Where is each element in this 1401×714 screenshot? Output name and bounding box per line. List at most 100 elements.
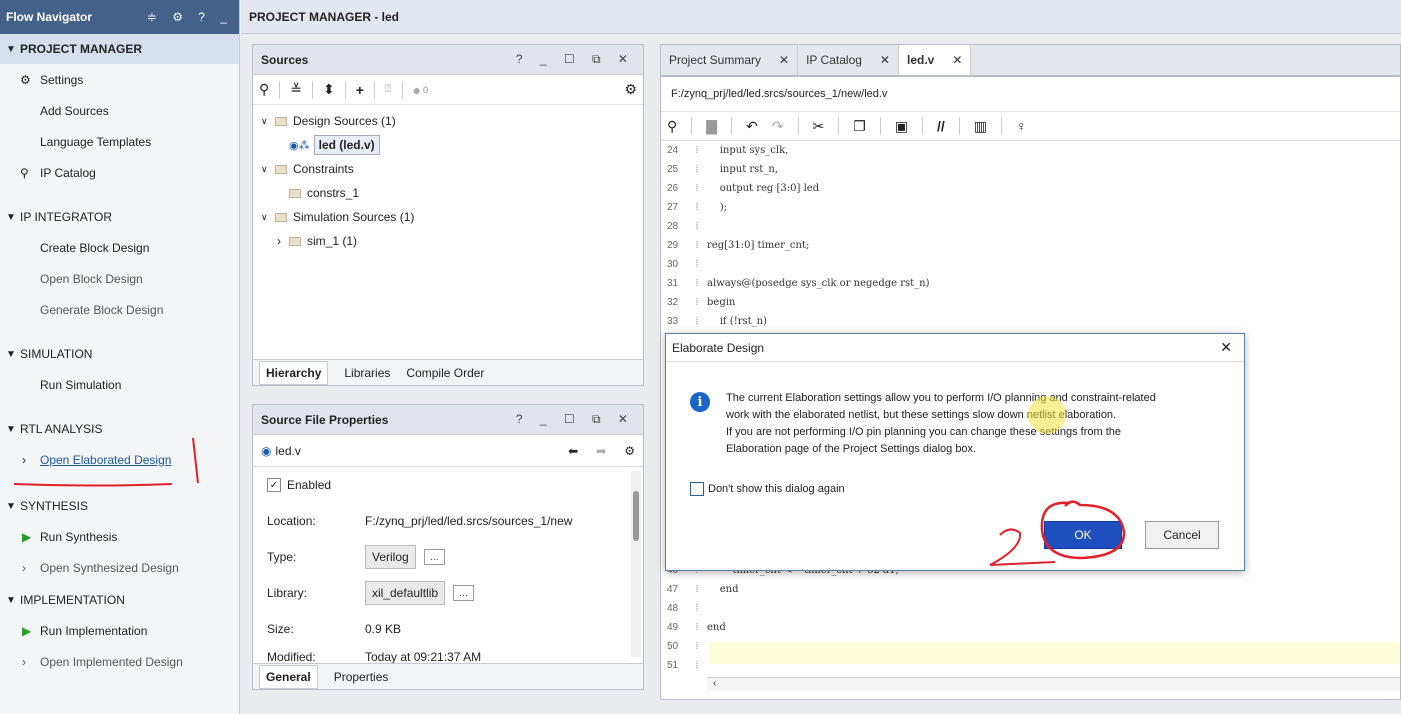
tab-project-summary[interactable]: Project Summary ✕ <box>661 45 799 75</box>
code-line[interactable]: 51 ⁞ <box>661 656 707 674</box>
gear-icon[interactable]: ⚙ <box>624 444 635 458</box>
code-line[interactable]: 47 ⁞ end <box>661 580 738 598</box>
section-rtl-analysis[interactable]: ▼ RTL ANALYSIS <box>0 414 239 444</box>
code-line[interactable]: 32 ⁞ begin <box>661 293 735 311</box>
code-line[interactable]: 24 ⁞ input sys_clk, <box>661 141 788 159</box>
search-icon[interactable]: ⚲ <box>667 118 677 135</box>
close-icon[interactable]: ✕ <box>779 53 789 67</box>
section-synthesis[interactable]: ▼ SYNTHESIS <box>0 491 239 521</box>
nav-open-block-design[interactable]: Open Block Design <box>0 263 239 294</box>
dont-show-checkbox[interactable] <box>690 482 704 496</box>
nav-open-implemented-design[interactable]: › Open Implemented Design <box>0 646 239 677</box>
ok-button[interactable]: OK <box>1044 521 1122 549</box>
copy-icon[interactable]: ❐ <box>853 118 866 135</box>
search-icon[interactable]: ⚲ <box>259 81 269 98</box>
tab-hierarchy[interactable]: Hierarchy <box>259 360 329 385</box>
status-dot-icon: ● <box>412 81 421 98</box>
cancel-button[interactable]: Cancel <box>1145 521 1219 549</box>
collapse-icon: ▼ <box>6 423 16 435</box>
code-line[interactable]: 31 ⁞ always@(posedge sys_clk or negedge rs… <box>661 274 930 292</box>
tree-led[interactable]: ◉⁂ led (led.v) <box>261 133 635 157</box>
tree-constraints[interactable]: ∨ Constraints <box>261 157 635 181</box>
tree-simulation-sources[interactable]: ∨ Simulation Sources (1) <box>261 205 635 229</box>
code-line[interactable]: 28 ⁞ <box>661 217 707 235</box>
info-icon: i <box>690 392 710 412</box>
nav-language-templates[interactable]: Language Templates <box>0 126 239 157</box>
code-line[interactable]: 50 ⁞ <box>661 637 707 655</box>
code-line[interactable]: 27 ⁞ ); <box>661 198 727 216</box>
dont-show-row[interactable]: Don't show this dialog again <box>690 482 845 496</box>
type-edit-button[interactable]: … <box>423 549 445 565</box>
panel-controls[interactable]: ? _ ☐ ⧉ ✕ <box>516 412 635 427</box>
scrollbar-thumb[interactable] <box>633 491 639 541</box>
gutter-marker: ⁞ <box>695 277 699 289</box>
nav-run-implementation[interactable]: ▶ Run Implementation <box>0 615 239 646</box>
redo-icon[interactable]: ↷ <box>772 118 784 135</box>
horizontal-scrollbar[interactable]: ‹ <box>707 677 1400 691</box>
tree-label: constrs_1 <box>307 186 360 200</box>
nav-run-simulation[interactable]: Run Simulation <box>0 369 239 400</box>
divider <box>691 117 693 135</box>
tab-led-v[interactable]: led.v ✕ <box>898 45 972 75</box>
close-icon[interactable]: ✕ <box>1220 339 1232 356</box>
code-line[interactable]: 49 ⁞ end <box>661 618 726 636</box>
file-name: led.v <box>275 443 301 458</box>
tab-ip-catalog[interactable]: IP Catalog ✕ <box>798 45 899 75</box>
code-line[interactable]: 25 ⁞ input rst_n, <box>661 160 778 178</box>
nav-create-block-design[interactable]: Create Block Design <box>0 232 239 263</box>
nav-run-synthesis[interactable]: ▶ Run Synthesis <box>0 521 239 552</box>
back-arrow-icon[interactable]: ⬅ <box>568 444 578 458</box>
columns-icon[interactable]: ▥ <box>974 118 987 135</box>
code-line[interactable]: 26 ⁞ output reg [3:0] led <box>661 179 819 197</box>
close-icon[interactable]: ✕ <box>952 53 962 67</box>
paste-icon[interactable]: ▣ <box>895 118 908 135</box>
nav-open-elaborated-design[interactable]: › Open Elaborated Design <box>0 444 239 475</box>
code-line[interactable]: 30 ⁞ <box>661 255 707 273</box>
tab-general[interactable]: General <box>259 664 318 689</box>
code-line[interactable]: 48 ⁞ <box>661 599 707 617</box>
gutter-marker: ⁞ <box>695 640 699 652</box>
cut-icon[interactable]: ✂ <box>813 118 825 135</box>
gear-icon[interactable]: ⚙ <box>624 81 637 98</box>
lightbulb-icon[interactable]: ♀ <box>1016 118 1027 134</box>
nav-add-sources[interactable]: Add Sources <box>0 95 239 126</box>
tab-libraries[interactable]: Libraries <box>344 366 390 380</box>
tab-compile-order[interactable]: Compile Order <box>406 366 484 380</box>
forward-arrow-icon[interactable]: ➡ <box>596 444 606 458</box>
nav-settings[interactable]: ⚙ Settings <box>0 64 239 95</box>
code-line[interactable]: 29 ⁞ reg[31:0] timer_cnt; <box>661 236 809 254</box>
section-simulation[interactable]: ▼ SIMULATION <box>0 339 239 369</box>
nav-ip-catalog[interactable]: ⚲ IP Catalog <box>0 157 239 188</box>
panel-controls[interactable]: ? _ ☐ ⧉ ✕ <box>516 52 635 67</box>
comment-icon[interactable]: // <box>937 118 945 134</box>
line-number: 29 <box>667 239 679 251</box>
folder-icon <box>289 236 301 246</box>
message-line: If you are not performing I/O pin planni… <box>726 426 1122 438</box>
expand-all-icon[interactable]: ⬍ <box>323 81 335 98</box>
undo-icon[interactable]: ↶ <box>746 118 758 135</box>
add-icon[interactable]: + <box>356 82 364 98</box>
code-line[interactable]: 33 ⁞ if (!rst_n) <box>661 312 767 330</box>
gutter-marker: ⁞ <box>695 182 699 194</box>
enabled-row[interactable]: ✓ Enabled <box>253 467 643 503</box>
ip-catalog-icon: ⚲ <box>20 165 29 180</box>
section-ip-integrator[interactable]: ▼ IP INTEGRATOR <box>0 202 239 232</box>
enabled-checkbox[interactable]: ✓ <box>267 478 281 492</box>
gutter-marker: ⁞ <box>695 239 699 251</box>
tab-properties[interactable]: Properties <box>334 670 389 684</box>
save-icon[interactable]: ▇ <box>706 118 717 135</box>
nav-generate-block-design[interactable]: Generate Block Design <box>0 294 239 325</box>
nav-open-synthesized-design[interactable]: › Open Synthesized Design <box>0 552 239 583</box>
tree-label: Simulation Sources (1) <box>293 210 415 224</box>
close-icon[interactable]: ✕ <box>880 53 890 67</box>
flow-navigator-controls[interactable]: ≑ ⚙ ? _ <box>147 10 233 24</box>
collapse-all-icon[interactable]: ≚ <box>290 81 302 98</box>
tree-design-sources[interactable]: ∨ Design Sources (1) <box>261 109 635 133</box>
unknown-icon[interactable]: ⍰ <box>385 83 392 96</box>
tree-constrs-1[interactable]: constrs_1 <box>261 181 635 205</box>
section-project-manager[interactable]: ▼ PROJECT MANAGER <box>0 34 239 64</box>
properties-scrollbar[interactable] <box>631 471 641 657</box>
library-edit-button[interactable]: … <box>453 585 475 601</box>
section-implementation[interactable]: ▼ IMPLEMENTATION <box>0 585 239 615</box>
tree-sim-1[interactable]: › sim_1 (1) <box>261 229 635 253</box>
